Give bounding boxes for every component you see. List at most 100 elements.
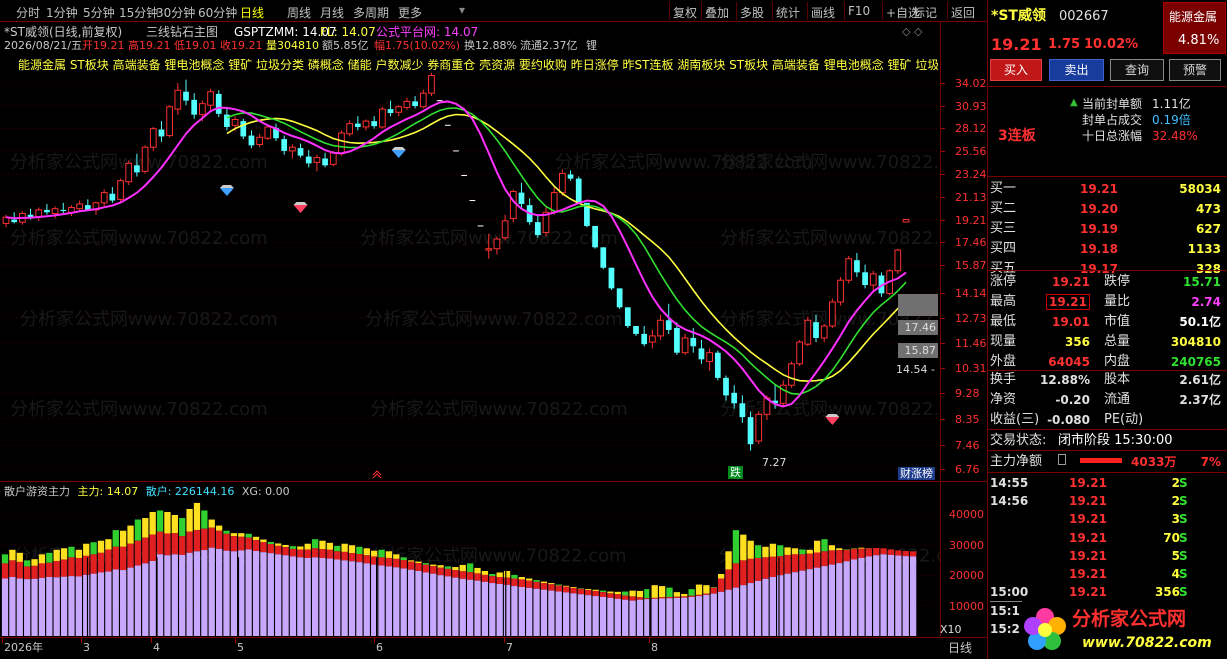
kline-chart[interactable]: 分析家公式网www.70822.com 分析家公式网www.70822.com 分析…	[0, 22, 940, 480]
site-logo: 分析家公式网 www.70822.com	[1020, 604, 1225, 656]
toolbar-period-5[interactable]: 60分钟	[198, 4, 237, 21]
flow-menu-icon[interactable]	[1058, 454, 1066, 465]
toolbar-period-1[interactable]: 1分钟	[46, 4, 78, 21]
flow-bar	[533, 580, 540, 636]
price-tag-3: 14.54 -	[896, 363, 935, 376]
period-label[interactable]: 日线	[948, 642, 972, 654]
toolbar-right-5[interactable]: F10	[848, 4, 870, 18]
flow-bar	[481, 570, 489, 636]
flow-bar	[179, 518, 186, 636]
candle	[534, 214, 541, 238]
candle	[592, 225, 598, 249]
candle	[191, 93, 198, 119]
toolbar-right-0[interactable]: 复权	[673, 4, 697, 21]
flow-bar	[555, 584, 562, 636]
toolbar-right-3[interactable]: 统计	[776, 4, 800, 21]
flow-bar	[9, 549, 16, 636]
toolbar-right-2[interactable]: 多股	[740, 4, 764, 21]
fund-flow-chart[interactable]: 分析家公式网www.70822.com分析家公式网www.70822.com分析…	[0, 481, 940, 636]
price-axis-label: 12.73	[955, 311, 987, 325]
toolbar-fenshi[interactable]: 分时	[16, 4, 40, 21]
bar-float: 流通2.37亿	[520, 39, 578, 52]
limit-value: 0.19倍	[1152, 113, 1191, 127]
stat-value: 304810	[1170, 335, 1221, 349]
watermark-text: 分析家公式网www.70822.com	[720, 152, 940, 173]
stat-label: 最低	[990, 314, 1017, 329]
stat-label: 收益(三)	[990, 412, 1040, 427]
price-axis-tick	[941, 151, 945, 153]
candle	[657, 314, 664, 341]
flow-bar	[562, 585, 570, 636]
bid-label: 买三	[990, 221, 1017, 236]
candle	[346, 120, 354, 137]
candle	[281, 135, 288, 155]
query-button[interactable]: 查询	[1110, 59, 1164, 81]
toolbar-period-8[interactable]: 月线	[320, 4, 344, 21]
flow-bar	[230, 533, 238, 636]
toolbar-period-7[interactable]: 周线	[287, 4, 311, 21]
price-axis-tick	[941, 174, 945, 176]
date-axis: 2026年 3 4 5 6 7 8 日线	[0, 637, 987, 659]
flow-bar	[489, 573, 496, 636]
stat-label: 换手	[990, 372, 1017, 387]
flow-bar	[629, 590, 636, 636]
flow-bar	[282, 544, 289, 636]
candles	[2, 72, 910, 451]
candle	[428, 72, 435, 97]
flow-bar	[518, 577, 525, 636]
price-axis-label: 10.31	[955, 362, 987, 376]
cai-badge[interactable]: 财涨榜	[898, 467, 935, 480]
candle	[706, 348, 713, 371]
flow-bar	[444, 566, 452, 636]
toolbar-period-3[interactable]: 15分钟	[119, 4, 158, 21]
sub-indicator-name[interactable]: 散户游资主力	[4, 485, 70, 498]
price-axis-tick	[941, 317, 945, 319]
sector-box[interactable]: 能源金属 4.81%	[1163, 2, 1226, 54]
toolbar-period-4[interactable]: 30分钟	[156, 4, 195, 21]
candle	[862, 264, 868, 289]
main-flow-pct: 7%	[1200, 455, 1221, 469]
header-icons[interactable]: ◇ ◇	[902, 26, 922, 37]
toolbar-right-7[interactable]: 返回	[951, 4, 975, 21]
sub-xg-value: XG: 0.00	[241, 485, 290, 498]
toolbar-right-1[interactable]: 叠加	[705, 4, 729, 21]
toolbar-flag[interactable]: 标记	[913, 4, 937, 21]
toolbar-separator	[807, 2, 808, 20]
toolbar-period-6[interactable]: 日线	[240, 4, 264, 21]
flow-bar	[718, 573, 725, 636]
toolbar-more[interactable]: 更多	[398, 4, 422, 21]
candle	[174, 83, 182, 115]
tick-price: 19.21	[1069, 548, 1107, 563]
candle	[788, 361, 795, 388]
sub-unit: X10	[940, 623, 962, 636]
toolbar-period-2[interactable]: 5分钟	[83, 4, 115, 21]
flow-bar	[754, 545, 762, 636]
flow-bar	[24, 560, 31, 636]
price-axis-tick	[941, 105, 945, 107]
flow-bar	[400, 557, 407, 636]
watermark-text: 分析家公式网www.70822.com	[720, 228, 940, 249]
more-arrow-icon[interactable]: ▾	[459, 3, 465, 17]
candle	[141, 145, 149, 174]
buy-button[interactable]: 买入	[990, 59, 1042, 81]
tick-side: S	[1179, 512, 1188, 527]
tick-volume: 356	[1154, 585, 1180, 600]
toolbar-right-4[interactable]: 画线	[811, 4, 835, 21]
alert-button[interactable]: 预警	[1169, 59, 1221, 81]
candle	[125, 160, 133, 185]
flow-bar	[843, 549, 850, 636]
sub-retail-value: 散户: 226144.16	[145, 485, 235, 498]
indicator-name[interactable]: 三线钻石主图	[146, 26, 218, 38]
candle	[224, 108, 230, 131]
sell-button[interactable]: 卖出	[1049, 59, 1104, 81]
flow-bar	[814, 540, 821, 636]
stat-label: 总量	[1104, 334, 1131, 349]
chart-title: *ST威领(日线,前复权)	[4, 25, 123, 39]
stat-label: 股本	[1104, 372, 1131, 387]
watermark-text: 分析家公式网www.70822.com	[20, 309, 278, 330]
toolbar-period-9[interactable]: 多周期	[353, 4, 389, 21]
divider	[988, 472, 1227, 473]
price-axis-label: 9.28	[955, 387, 980, 401]
flow-bar	[695, 584, 703, 636]
main-flow-label: 主力净额	[990, 454, 1043, 469]
